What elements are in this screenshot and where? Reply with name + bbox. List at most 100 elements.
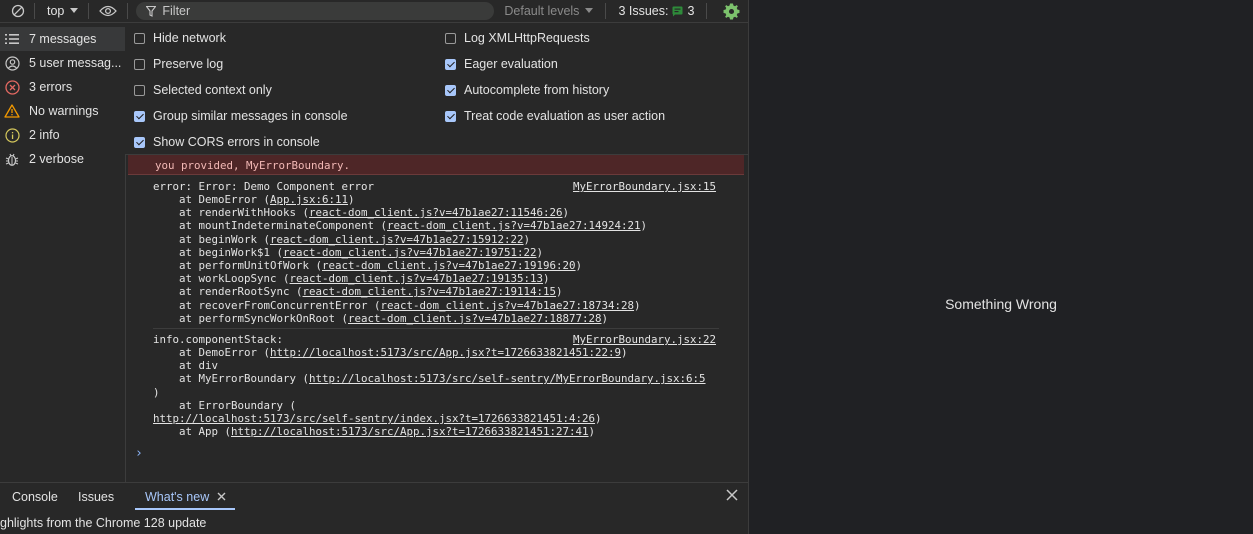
show-cors-checkbox[interactable] [134, 136, 145, 148]
error-source-link[interactable]: MyErrorBoundary.jsx:15 [573, 180, 716, 193]
treat-evaluation-checkbox[interactable] [445, 110, 456, 122]
caret-down-icon [585, 8, 594, 13]
stack-frame-line: at performUnitOfWork (react-dom_client.j… [153, 259, 582, 272]
caret-down-icon [70, 8, 79, 13]
stack-frame-link[interactable]: react-dom_client.js?v=47b1ae27:19114:15 [303, 285, 557, 298]
stack-frame-link[interactable]: react-dom_client.js?v=47b1ae27:19751:22 [283, 246, 537, 259]
log-xhr-checkbox[interactable] [445, 32, 456, 44]
toolbar-divider [605, 3, 607, 19]
sidebar-item-messages[interactable]: 7 messages [0, 27, 125, 51]
stack-frame-close: ) [601, 311, 609, 325]
stack-frame-line: at ErrorBoundary ( [153, 399, 296, 412]
stack-frame-text: at DemoError ( [153, 193, 271, 206]
settings-gear-icon[interactable] [723, 3, 740, 20]
tab-whats-new[interactable]: What's new [145, 483, 226, 510]
option-label: Treat code evaluation as user action [464, 109, 666, 123]
eye-icon[interactable] [93, 0, 123, 22]
preserve-log-option[interactable]: Preserve log [134, 55, 223, 73]
stack-frame-link[interactable]: react-dom_client.js?v=47b1ae27:15912:22 [270, 233, 524, 246]
selected-context-option[interactable]: Selected context only [134, 81, 272, 99]
filter-input[interactable]: Filter [136, 2, 495, 20]
context-selector[interactable]: top [39, 4, 84, 18]
stack-frame-text: at div [153, 359, 219, 373]
info-heading: info.componentStack: [153, 333, 284, 346]
stack-frame-link[interactable]: react-dom_client.js?v=47b1ae27:18734:28 [381, 299, 635, 312]
sidebar-item-user-messages[interactable]: 5 user messag... [0, 51, 125, 75]
hide-network-option[interactable]: Hide network [134, 29, 226, 47]
selected-context-checkbox[interactable] [134, 84, 145, 96]
stack-frame-close: ) [536, 245, 544, 259]
error-message-band: you provided, MyErrorBoundary. [128, 154, 744, 175]
log-xhr-option[interactable]: Log XMLHttpRequests [445, 29, 590, 47]
hide-network-checkbox[interactable] [134, 32, 145, 44]
eager-evaluation-option[interactable]: Eager evaluation [445, 55, 558, 73]
sidebar-item-errors[interactable]: 3 errors [0, 75, 125, 99]
autocomplete-history-checkbox[interactable] [445, 84, 456, 96]
sidebar-item-info[interactable]: 2 info [0, 123, 125, 147]
stack-frame-link[interactable]: react-dom_client.js?v=47b1ae27:18877:28 [348, 312, 602, 325]
autocomplete-history-option[interactable]: Autocomplete from history [445, 81, 609, 99]
stack-frame-line: at workLoopSync (react-dom_client.js?v=4… [153, 272, 550, 285]
stack-frame-link[interactable]: http://localhost:5173/src/App.jsx?t=1726… [231, 425, 589, 438]
treat-evaluation-option[interactable]: Treat code evaluation as user action [445, 107, 665, 125]
stack-frame-line: at MyErrorBoundary (http://localhost:517… [153, 372, 706, 385]
stack-frame-line: at div [153, 359, 218, 372]
option-label: Autocomplete from history [464, 83, 610, 97]
sidebar-item-label: 2 info [29, 128, 60, 142]
console-prompt-chevron-icon[interactable]: › [135, 446, 143, 461]
stack-frame-text: at performSyncWorkOnRoot ( [153, 311, 349, 325]
drawer-content: ghlights from the Chrome 128 update [0, 510, 748, 534]
close-drawer-icon[interactable] [726, 489, 738, 504]
stack-frame-link[interactable]: react-dom_client.js?v=47b1ae27:19135:13 [290, 272, 544, 285]
preserve-log-checkbox[interactable] [134, 58, 145, 70]
stack-frame-text: ) [153, 385, 160, 399]
tab-issues[interactable]: Issues [78, 483, 114, 510]
sidebar-item-verbose[interactable]: 2 verbose [0, 147, 125, 171]
page-message: Something Wrong [945, 296, 1057, 312]
issues-label: 3 Issues: [618, 4, 669, 18]
group-similar-checkbox[interactable] [134, 110, 145, 122]
log-levels-label: Default levels [504, 4, 580, 18]
tab-console[interactable]: Console [12, 483, 58, 510]
stack-frame-link[interactable]: react-dom_client.js?v=47b1ae27:11546:26 [309, 206, 563, 219]
error-heading: error: Error: Demo Component error [153, 180, 375, 193]
stack-frame-line: at App (http://localhost:5173/src/App.js… [153, 425, 595, 438]
clear-console-icon[interactable] [6, 0, 30, 22]
stack-frame-line: at beginWork$1 (react-dom_client.js?v=47… [153, 246, 543, 259]
stack-frame-link[interactable]: http://localhost:5173/src/App.jsx?t=1726… [270, 346, 621, 359]
stack-frame-text: at performUnitOfWork ( [153, 259, 323, 272]
stack-frame-close: ) [634, 298, 641, 312]
error-icon [3, 78, 21, 96]
stack-frame-line: at mountIndeterminateComponent (react-do… [153, 219, 647, 232]
option-label: Eager evaluation [464, 57, 558, 71]
stack-frame-close: ) [562, 206, 570, 220]
stack-frame-line: at recoverFromConcurrentError (react-dom… [153, 299, 641, 312]
info-icon [3, 126, 21, 144]
filter-icon [146, 5, 157, 17]
page-viewport: Something Wrong [749, 0, 1253, 534]
option-label: Group similar messages in console [153, 109, 348, 123]
message-divider [153, 328, 719, 329]
toolbar-divider [706, 3, 708, 19]
stack-frame-link[interactable]: react-dom_client.js?v=47b1ae27:19196:20 [322, 259, 576, 272]
stack-frame-link[interactable]: App.jsx:6:11 [270, 193, 348, 206]
info-source-link[interactable]: MyErrorBoundary.jsx:22 [573, 333, 716, 346]
stack-frame-line: at DemoError (App.jsx:6:11) [153, 193, 355, 206]
error-band-text: you provided, MyErrorBoundary. [155, 159, 351, 172]
group-similar-option[interactable]: Group similar messages in console [134, 107, 348, 125]
stack-frame-link[interactable]: http://localhost:5173/src/self-sentry/in… [153, 412, 595, 425]
stack-frame-link[interactable]: http://localhost:5173/src/self-sentry/My… [309, 372, 706, 385]
stack-frame-text: at DemoError ( [153, 346, 271, 359]
eager-evaluation-checkbox[interactable] [445, 58, 456, 70]
user-icon [3, 54, 21, 72]
warning-icon [3, 102, 21, 120]
log-levels-dropdown[interactable]: Default levels [494, 4, 601, 18]
stack-frame-link[interactable]: react-dom_client.js?v=47b1ae27:14924:21 [387, 219, 641, 232]
sidebar-item-warnings[interactable]: No warnings [0, 99, 125, 123]
issues-counter[interactable]: 3 Issues: 3 [610, 4, 702, 18]
console-sidebar: 7 messages 5 user messag... 3 errors No … [0, 27, 126, 482]
close-tab-icon[interactable] [217, 492, 226, 501]
show-cors-option[interactable]: Show CORS errors in console [134, 133, 320, 151]
stack-frame-close: ) [588, 425, 596, 439]
stack-frame-text: at beginWork$1 ( [153, 245, 284, 259]
